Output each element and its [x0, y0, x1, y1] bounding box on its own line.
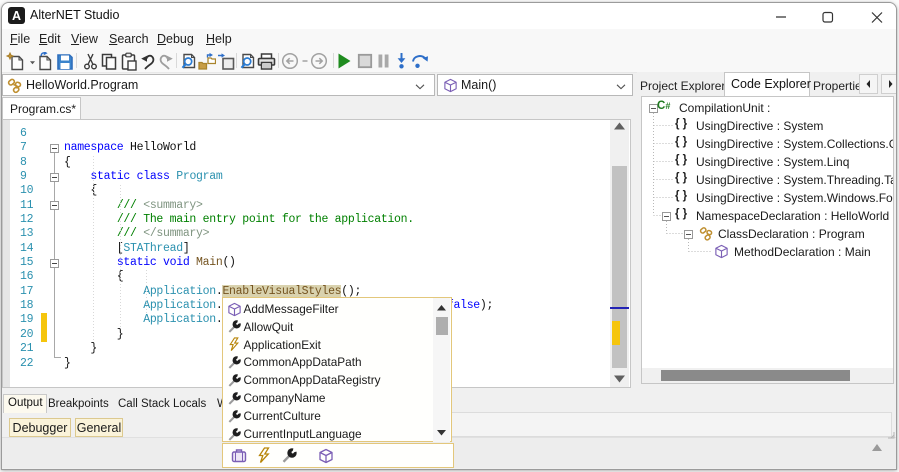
svg-text:A: A [12, 9, 21, 23]
